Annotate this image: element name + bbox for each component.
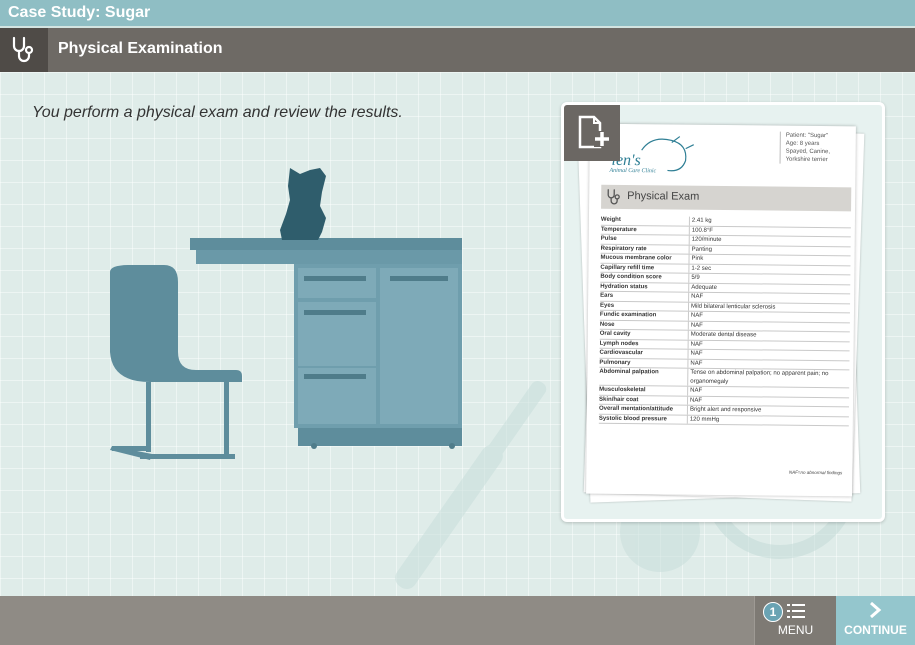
exam-row-label: Hydration status [600, 283, 648, 290]
exam-table: Weight 2.41 kg Temperature 100.8°F Pulse 120/… [598, 215, 851, 427]
exam-row-value: 5/9 [688, 273, 851, 284]
exam-row-value: NAF [688, 292, 851, 303]
exam-row-label: Nose [599, 321, 615, 328]
exam-row-value: NAF [687, 340, 850, 351]
window-title: Case Study: Sugar [0, 0, 915, 26]
exam-row-label: Temperature [600, 226, 637, 233]
menu-badge: 1 [763, 602, 783, 622]
exam-row-label: Capillary refill time [600, 264, 655, 271]
section-title: Physical Examination [58, 40, 223, 57]
exam-row-value: NAF [687, 349, 850, 360]
stethoscope-icon [607, 189, 620, 205]
clinic-name: Animal Care Clinic [609, 167, 657, 175]
expand-document-button[interactable] [564, 105, 620, 161]
footnote: NAF=no abnormal findings [788, 469, 843, 476]
exam-row-label: Eyes [600, 302, 615, 309]
section-header: Physical Examination [0, 28, 915, 72]
patient-line: Yorkshire terrier [785, 156, 828, 164]
exam-row-label: Oral cavity [599, 330, 631, 338]
exam-row-value: NAF [687, 396, 850, 407]
exam-row-label: Pulmonary [599, 359, 631, 366]
exam-row-value: 2.41 kg [688, 216, 851, 227]
exam-row-value: Mild bilateral lenticular sclerosis [687, 302, 851, 313]
exam-row-label: Respiratory rate [600, 245, 647, 252]
exam-row-label: Abdominal palpation [599, 368, 659, 376]
exam-row-value: 1-2 sec [688, 264, 851, 275]
intro-text: You perform a physical exam and review t… [32, 104, 403, 121]
exam-row-label: Systolic blood pressure [598, 415, 667, 422]
exam-row-label: Pulse [600, 235, 617, 242]
chevron-right-icon [870, 601, 882, 619]
exam-row-value: Tense on abdominal palpation; no apparen… [687, 368, 850, 388]
exam-row-label: Weight [600, 216, 621, 223]
stethoscope-icon [0, 28, 48, 72]
exam-row-value: NAF [687, 386, 850, 397]
exam-row-label: Ears [600, 292, 614, 299]
continue-button[interactable]: CONTINUE [836, 596, 915, 645]
menu-label: MENU [777, 623, 814, 637]
exam-row-value: Pink [688, 254, 851, 265]
exam-row-value: NAF [687, 321, 850, 332]
exam-row-value: 120 mmHg [686, 415, 849, 426]
exam-row-label: Musculoskeletal [599, 386, 646, 394]
exam-row-value: Moderate dental disease [687, 330, 850, 341]
exam-row-label: Skin/hair coat [599, 396, 639, 403]
exam-row-label: Cardiovascular [599, 349, 643, 357]
exam-row-label: Fundic examination [599, 311, 657, 319]
bottom-bar: 1 MENU CONTINUE [0, 596, 915, 645]
continue-label: CONTINUE [844, 623, 907, 637]
dog-illustration [280, 168, 326, 240]
exam-heading-bar: Physical Exam [601, 184, 852, 212]
exam-document: len's Animal Care Clinic Patient: "Sugar… [586, 123, 856, 497]
exam-row-label: Mucous membrane color [600, 254, 672, 262]
exam-row-value: Adequate [688, 283, 851, 294]
exam-row-value: NAF [687, 311, 850, 322]
exam-row-label: Overall mentation/attitude [598, 405, 674, 413]
exam-row-value: NAF [687, 359, 850, 370]
menu-button[interactable]: 1 MENU [754, 596, 836, 645]
exam-row-value: 120/minute [688, 235, 851, 246]
exam-row-label: Body condition score [600, 273, 662, 281]
exam-row-value: Bright alert and responsive [686, 405, 849, 416]
exam-row: Systolic blood pressure 120 mmHg [598, 414, 849, 427]
main-stage: You perform a physical exam and review t… [0, 72, 915, 596]
exam-document-card[interactable]: len's Animal Care Clinic Patient: "Sugar… [561, 102, 885, 522]
exam-row-label: Lymph nodes [599, 340, 639, 347]
exam-row-value: 100.8°F [688, 226, 851, 237]
expand-document-icon [578, 115, 610, 149]
patient-info: Patient: "Sugar" Age: 8 years Spayed, Ca… [779, 131, 846, 165]
list-icon [787, 604, 805, 618]
exam-heading: Physical Exam [627, 190, 700, 203]
exam-row-value: Panting [688, 245, 851, 256]
